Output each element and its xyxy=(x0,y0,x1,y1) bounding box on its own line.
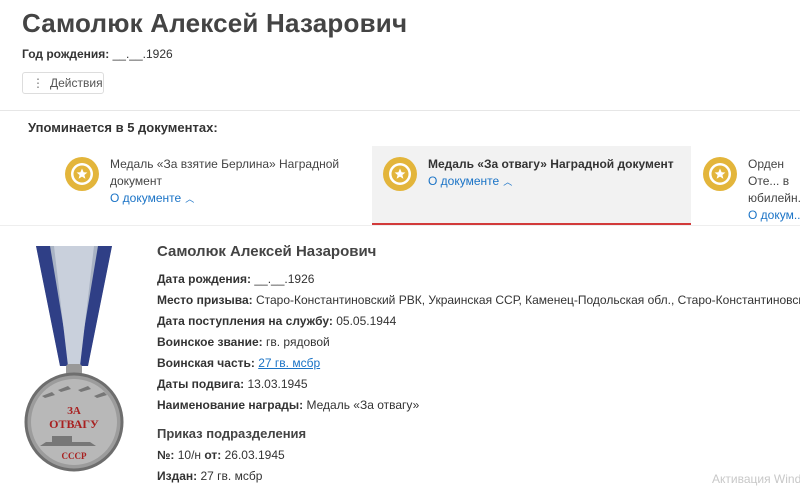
actions-button[interactable]: ⋮ Действия xyxy=(22,72,104,94)
about-document-link[interactable]: О документе ︿ xyxy=(428,173,512,191)
field-order-issued: Издан: 27 гв. мсбр xyxy=(157,469,263,483)
medal-icon xyxy=(383,157,417,191)
windows-activation-watermark: Активация Windo xyxy=(712,472,800,486)
field-award-name: Наименование награды: Медаль «За отвагу» xyxy=(157,398,420,412)
document-card-bravery[interactable]: Медаль «За отвагу» Наградной документ О … xyxy=(372,146,691,225)
about-document-link[interactable]: О докум... xyxy=(748,207,800,224)
field-rank: Воинское звание: гв. рядовой xyxy=(157,335,330,349)
document-card-order[interactable]: Орден Оте... в юбилейн... О докум... xyxy=(702,146,800,225)
award-details: Самолюк Алексей Назарович Дата рождения:… xyxy=(157,243,800,487)
field-order-number: №: 10/н от: 26.03.1945 xyxy=(157,448,285,462)
medal-text-top: ЗА xyxy=(67,405,81,417)
birth-year-label: Год рождения: xyxy=(22,47,110,61)
more-vertical-icon: ⋮ xyxy=(32,76,44,90)
mentions-heading: Упоминается в 5 документах: xyxy=(28,120,218,135)
field-birth-date: Дата рождения: __.__.1926 xyxy=(157,272,315,286)
documents-carousel: Медаль «За взятие Берлина» Наградной док… xyxy=(0,146,800,226)
document-card-berlin[interactable]: Медаль «За взятие Берлина» Наградной док… xyxy=(64,146,370,225)
detail-person-name: Самолюк Алексей Назарович xyxy=(157,243,377,260)
military-unit-link[interactable]: 27 гв. мсбр xyxy=(258,356,320,370)
about-document-link[interactable]: О документе ︿ xyxy=(110,190,194,208)
order-section-title: Приказ подразделения xyxy=(157,426,307,441)
chevron-up-icon: ︿ xyxy=(185,194,195,204)
document-title: Медаль «За взятие Берлина» Наградной док… xyxy=(110,157,340,188)
field-military-unit: Воинская часть: 27 гв. мсбр xyxy=(157,356,321,370)
medal-icon xyxy=(703,157,737,191)
medal-text-bottom: СССР xyxy=(62,451,87,461)
medal-icon xyxy=(65,157,99,191)
medal-text-main: ОТВАГУ xyxy=(49,417,99,431)
chevron-up-icon: ︿ xyxy=(503,177,513,187)
birth-year-line: Год рождения: __.__.1926 xyxy=(22,47,173,61)
document-title: Медаль «За отвагу» Наградной документ xyxy=(428,157,674,171)
field-service-start: Дата поступления на службу: 05.05.1944 xyxy=(157,314,397,328)
field-feat-dates: Даты подвига: 13.03.1945 xyxy=(157,377,308,391)
header-divider xyxy=(0,110,800,111)
document-title: Орден Оте... в юбилейн... xyxy=(748,157,800,205)
field-draft-place: Место призыва: Старо-Константиновский РВ… xyxy=(157,293,800,307)
actions-button-label: Действия xyxy=(50,76,103,90)
page-title: Самолюк Алексей Назарович xyxy=(22,8,408,38)
birth-year-value: __.__.1926 xyxy=(112,47,173,61)
medal-for-bravery-image: ЗА ОТВАГУ СССР xyxy=(24,246,124,472)
